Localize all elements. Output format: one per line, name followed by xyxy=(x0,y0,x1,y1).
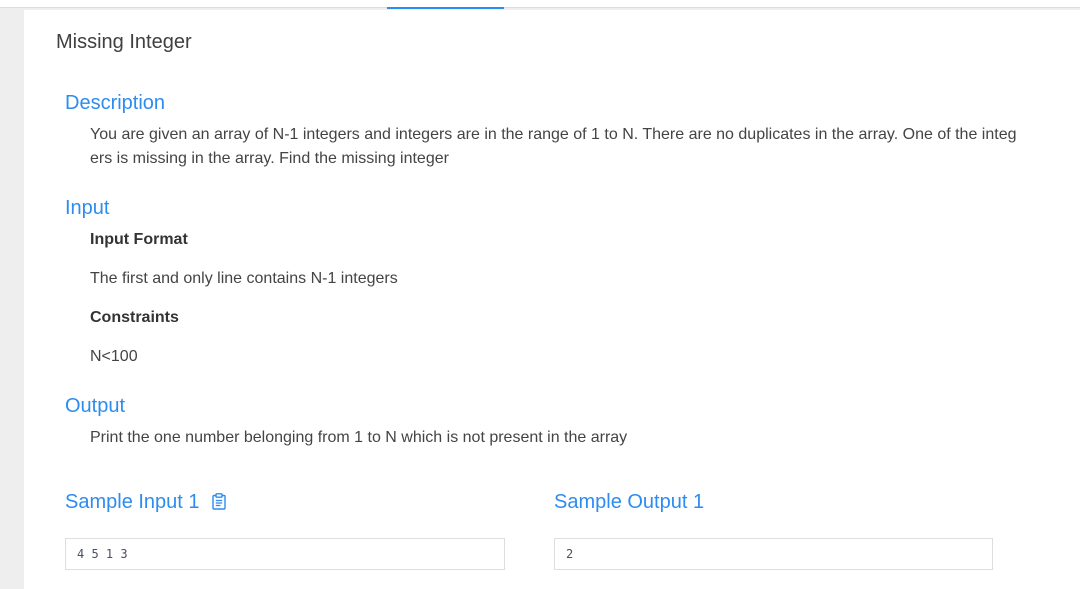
description-heading: Description xyxy=(65,92,166,114)
top-navigation-bar xyxy=(0,0,1080,8)
active-tab-indicator xyxy=(387,7,504,9)
sample-input-heading: Sample Input 1 xyxy=(65,491,226,516)
input-heading: Input xyxy=(65,197,110,219)
output-heading: Output xyxy=(65,395,126,417)
constraints-text: N<100 xyxy=(90,348,138,365)
sample-input-title: Sample Input 1 xyxy=(65,491,200,513)
input-format-text: The first and only line contains N-1 int… xyxy=(90,270,398,287)
sample-input-box[interactable]: 4 5 1 3 xyxy=(65,538,505,570)
clipboard-icon[interactable] xyxy=(211,493,226,516)
sample-output-heading: Sample Output 1 xyxy=(554,491,705,513)
sample-output-box[interactable]: 2 xyxy=(554,538,993,570)
problem-panel: Missing Integer Description You are give… xyxy=(24,10,1080,589)
description-text: You are given an array of N-1 integers a… xyxy=(90,126,1017,167)
problem-title: Missing Integer xyxy=(56,31,192,53)
constraints-label: Constraints xyxy=(90,309,179,326)
output-text: Print the one number belonging from 1 to… xyxy=(90,429,628,446)
page: Missing Integer Description You are give… xyxy=(0,0,1080,589)
input-format-label: Input Format xyxy=(90,231,188,248)
